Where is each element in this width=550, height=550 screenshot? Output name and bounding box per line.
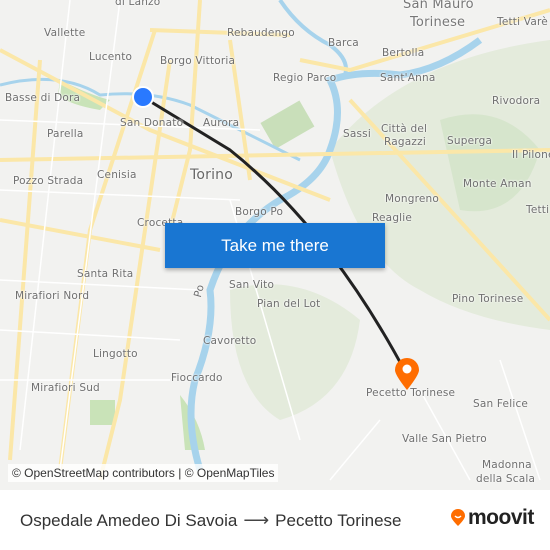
map-label: Santa Rita (77, 268, 134, 280)
map-label: Borgo Vittoria (160, 55, 236, 67)
map-label: Sassi (343, 128, 371, 140)
map-label: Mirafiori Nord (15, 290, 90, 302)
map-label: Superga (447, 135, 493, 147)
map-label: Sant'Anna (380, 72, 436, 84)
map-label: Il Pilone (512, 149, 550, 161)
map-label: Monte Aman (463, 178, 532, 190)
map-label: Rivodora (492, 95, 541, 107)
map-label: San Mauro (403, 0, 474, 12)
map-label: Barca (328, 37, 359, 49)
map-label: di Lanzo (115, 0, 161, 8)
map-label: Pozzo Strada (13, 175, 84, 187)
moovit-wordmark: moovit (468, 506, 534, 529)
take-me-there-button[interactable]: Take me there (165, 223, 385, 268)
map-label: Bertolla (382, 47, 425, 59)
map-label: San Donato (120, 117, 184, 129)
destination-name: Pecetto Torinese (275, 510, 402, 530)
map-label: Aurora (203, 117, 240, 129)
map-label: Ragazzi (384, 136, 426, 148)
map-label: Cavoretto (203, 335, 257, 347)
map-label: Cenisia (97, 169, 137, 181)
map-label: Borgo Po (235, 206, 284, 218)
moovit-pin-icon (451, 509, 465, 526)
map-label: Parella (47, 128, 84, 140)
map-label: Pino Torinese (452, 293, 524, 305)
map-label: San Felice (473, 398, 529, 410)
map-label: Pian del Lot (257, 298, 321, 310)
map-label: Tetti (526, 204, 550, 216)
map-attribution[interactable]: © OpenStreetMap contributors | © OpenMap… (8, 464, 279, 482)
map-label: Torinese (410, 15, 466, 30)
map-label: Basse di Dora (5, 92, 81, 104)
map-label: Valle San Pietro (402, 433, 487, 445)
moovit-logo[interactable]: moovit (450, 506, 534, 530)
map-label: Torino (190, 167, 234, 183)
map[interactable]: di Lanzo Vallette Lucento Borgo Vittoria… (0, 0, 550, 490)
route-summary: Ospedale Amedeo Di Savoia ⟶ Pecetto Tori… (20, 510, 402, 531)
map-label: Tetti Varè (497, 16, 548, 28)
map-label: Po (127, 71, 129, 72)
map-label: Mirafiori Sud (31, 382, 100, 394)
map-label: Pecetto Torinese (366, 387, 456, 399)
map-label: San Vito (229, 279, 275, 291)
map-label: Città del (381, 123, 428, 135)
map-label: Mongreno (385, 193, 440, 205)
map-label: Rebaudengo (227, 27, 295, 39)
map-label: Lingotto (93, 348, 138, 360)
origin-dot-icon (132, 86, 154, 108)
map-label: Lucento (89, 51, 133, 63)
map-label: Vallette (44, 27, 86, 39)
map-label: della Scala (476, 473, 536, 485)
map-label: Madonna (482, 459, 532, 471)
origin-name: Ospedale Amedeo Di Savoia (20, 510, 238, 530)
map-label: Fioccardo (171, 372, 223, 384)
arrow-right-icon: ⟶ (243, 510, 270, 530)
map-pin-icon (395, 358, 419, 390)
map-label: Regio Parco (273, 72, 337, 84)
